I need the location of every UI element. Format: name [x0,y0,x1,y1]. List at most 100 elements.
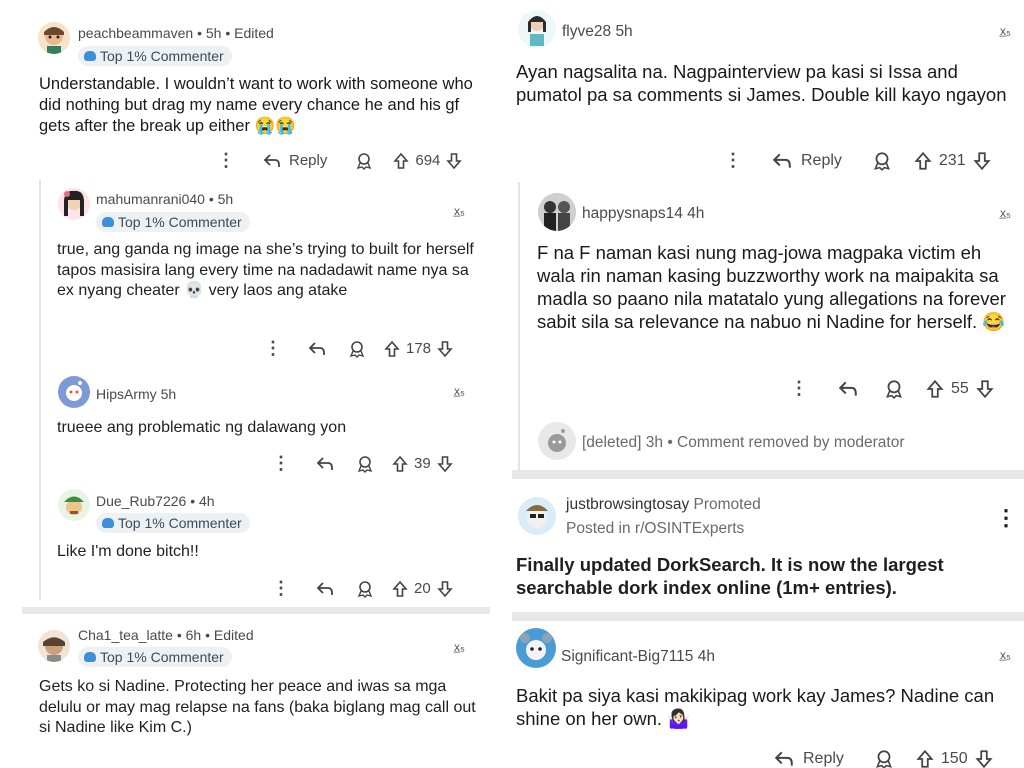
username[interactable]: flyve28 [562,23,611,40]
award-icon[interactable] [356,455,374,473]
comment-author[interactable]: Cha1_tea_latte • 6h • Edited [78,627,254,643]
comment-meta: 5h [160,386,177,402]
comment-body: Gets ko si Nadine. Protecting her peace … [39,678,476,736]
reply-icon[interactable] [316,581,334,597]
left-panel: peachbeammaven • 5h • Edited Top 1% Comm… [22,0,490,768]
comment-author[interactable]: happysnaps14 4h [582,205,704,223]
comment-actions: ⋮ 55 [790,378,994,399]
more-options-icon[interactable]: ⋮ [217,150,235,171]
avatar[interactable] [58,376,90,408]
award-icon[interactable] [348,340,366,358]
upvote-icon[interactable] [384,340,400,358]
right-panel: flyve28 5h x̲₅ Ayan nagsalita na. Nagpai… [512,0,1024,768]
comment-meta: 5h [615,23,633,40]
more-options-icon[interactable]: ⋮ [995,505,1017,531]
more-options-icon[interactable]: ⋮ [790,378,808,399]
comment-meta: • 6h • Edited [176,627,254,643]
downvote-icon[interactable] [973,151,991,171]
downvote-icon[interactable] [436,580,453,598]
upvote-icon[interactable] [914,151,932,171]
username[interactable]: Due_Rub7226 [96,493,186,509]
downvote-icon[interactable] [976,379,994,399]
reply-icon[interactable] [316,456,334,472]
upvote-icon[interactable] [392,580,408,598]
more-options-icon[interactable]: ⋮ [264,338,282,359]
avatar[interactable] [518,497,556,535]
vote-count: 39 [414,455,431,472]
comment-author[interactable]: peachbeammaven • 5h • Edited [78,25,274,41]
comment-body: Bakit pa siya kasi makikipag work kay Ja… [516,685,995,729]
username[interactable]: justbrowsingtosay [566,496,689,513]
username[interactable]: happysnaps14 [582,205,683,222]
upvote-icon[interactable] [392,455,408,473]
comment-author[interactable]: HipsArmy 5h [96,386,176,402]
reply-icon[interactable] [838,380,858,398]
upvote-icon[interactable] [926,379,944,399]
comment-body: trueee ang problematic ng dalawang yon [57,419,347,436]
username[interactable]: HipsArmy [96,386,157,402]
badge-icon [84,652,96,662]
translate-icon[interactable]: x̲₅ [1000,24,1011,38]
downvote-icon[interactable] [436,455,453,473]
username[interactable]: Cha1_tea_latte [78,627,173,643]
avatar[interactable] [38,22,70,54]
more-options-icon[interactable]: ⋮ [272,578,290,599]
reply-button[interactable]: Reply [263,152,327,169]
comment-meta: 4h [687,205,705,222]
translate-icon[interactable]: x̲₅ [454,384,465,398]
downvote-icon[interactable] [446,152,463,170]
thread-line[interactable] [518,182,520,470]
reply-icon[interactable] [308,341,326,357]
comment-meta: • 5h [208,191,234,207]
promoted-author[interactable]: justbrowsingtosay Promoted [566,496,761,514]
comment-actions: ⋮ 39 [272,453,453,474]
badge-icon [102,217,114,227]
vote-count: 694 [415,152,441,169]
avatar[interactable] [58,489,90,521]
reply-button[interactable]: Reply [774,750,844,768]
avatar[interactable] [518,10,556,48]
comment-actions: Reply 150 [774,749,993,768]
vote-count: 20 [414,580,431,597]
badge-icon [102,518,114,528]
username: [deleted] [582,434,642,451]
award-icon[interactable] [872,151,892,171]
comment-author[interactable]: mahumanrani040 • 5h [96,191,233,207]
avatar[interactable] [538,193,576,231]
award-icon[interactable] [884,379,904,399]
downvote-icon[interactable] [437,340,453,358]
translate-icon[interactable]: x̲₅ [454,204,465,218]
comment-author[interactable]: Significant-Big7115 4h [561,648,715,666]
comment-meta: • 4h [190,493,215,509]
upvote-icon[interactable] [916,749,934,768]
avatar[interactable] [516,628,556,668]
more-options-icon[interactable]: ⋮ [724,150,742,171]
username[interactable]: peachbeammaven [78,25,193,41]
translate-icon[interactable]: x̲₅ [1000,206,1011,220]
comment-author[interactable]: Due_Rub7226 • 4h [96,493,215,509]
more-options-icon[interactable]: ⋮ [272,453,290,474]
promoted-body[interactable]: Finally updated DorkSearch. It is now th… [516,553,1016,599]
avatar[interactable] [38,630,70,662]
translate-icon[interactable]: x̲₅ [454,640,465,654]
comment-body: Like I'm done bitch!! [57,543,199,560]
promoted-label: Promoted [693,496,761,513]
award-icon[interactable] [356,580,374,598]
username[interactable]: Significant-Big7115 [561,648,693,665]
translate-icon[interactable]: x̲₅ [1000,648,1011,662]
award-icon[interactable] [355,152,373,170]
downvote-icon[interactable] [975,749,993,768]
avatar[interactable] [58,188,90,220]
award-icon[interactable] [874,749,894,768]
top-commenter-badge: Top 1% Commenter [78,647,232,667]
top-commenter-badge: Top 1% Commenter [96,513,250,533]
reply-icon [774,751,793,766]
upvote-icon[interactable] [393,152,410,170]
reply-button[interactable]: Reply [772,152,842,170]
comment-author[interactable]: flyve28 5h [562,23,633,41]
username[interactable]: mahumanrani040 [96,191,205,207]
vote-count: 231 [938,151,966,169]
thread-line[interactable] [39,180,41,600]
comment-actions: ⋮ Reply 694 [217,150,463,171]
promoted-subreddit[interactable]: Posted in r/OSINTExperts [566,520,744,538]
